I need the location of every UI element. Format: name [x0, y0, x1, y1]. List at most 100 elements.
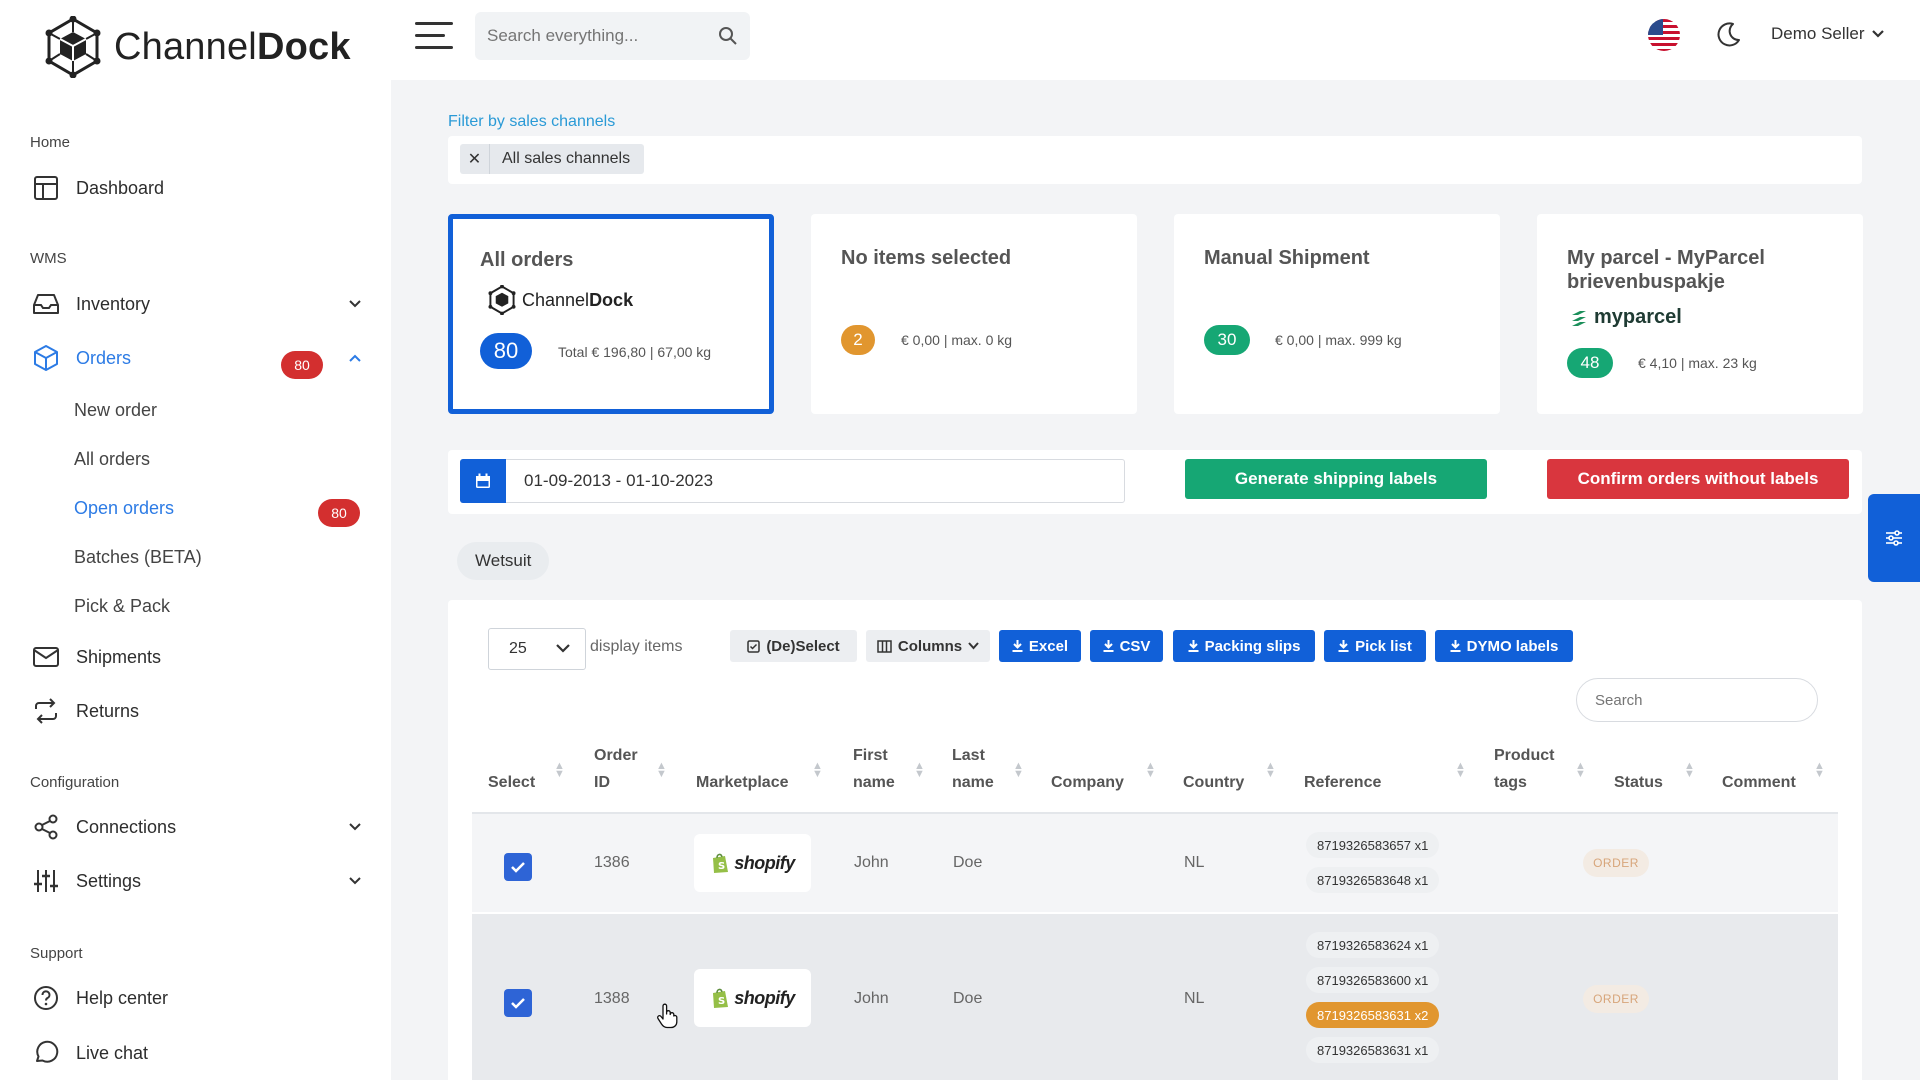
order-id[interactable]: 1386	[594, 854, 630, 872]
carrier-card-all-orders[interactable]: All orders ChannelDock 80 Total € 196,80…	[448, 214, 774, 414]
packing-slips-button[interactable]: Packing slips	[1173, 630, 1315, 662]
carrier-card-no-items[interactable]: No items selected 2 € 0,00 | max. 0 kg	[811, 214, 1137, 414]
reference-chip-highlighted: 8719326583631 x2	[1306, 1002, 1440, 1028]
us-flag-icon[interactable]	[1648, 19, 1680, 51]
deselect-button[interactable]: (De)Select	[730, 630, 857, 662]
row-checkbox[interactable]	[504, 853, 532, 881]
pick-list-button[interactable]: Pick list	[1324, 630, 1426, 662]
column-header-last-name[interactable]: Last name	[952, 742, 994, 796]
menu-toggle-icon[interactable]	[415, 20, 453, 52]
sidebar-item-label: Returns	[76, 700, 140, 721]
sidebar-item-live-chat[interactable]: Live chat	[30, 1033, 365, 1073]
sidebar-item-label: Settings	[76, 870, 142, 891]
column-header-country[interactable]: Country	[1183, 769, 1244, 796]
logo-text: ChannelDock	[114, 25, 351, 68]
columns-button[interactable]: Columns	[866, 630, 990, 662]
shopify-bag-icon: S	[713, 853, 729, 873]
table-row[interactable]: 1386 S shopify John Doe NL 8719326583657…	[472, 814, 1838, 912]
logo[interactable]: ChannelDock	[44, 16, 351, 78]
sidebar-subitem-pick-pack[interactable]: Pick & Pack	[74, 588, 364, 624]
filter-settings-tab[interactable]	[1868, 494, 1920, 582]
sidebar-item-returns[interactable]: Returns	[30, 691, 365, 731]
sidebar-item-settings[interactable]: Settings	[30, 861, 365, 901]
column-header-status[interactable]: Status	[1614, 769, 1663, 796]
sort-icon[interactable]: ▲ ▼	[914, 761, 925, 780]
repeat-icon	[30, 695, 62, 727]
order-id[interactable]: 1388	[594, 990, 630, 1008]
svg-text:S: S	[718, 996, 725, 1007]
export-csv-button[interactable]: CSV	[1090, 630, 1163, 662]
column-header-first-name[interactable]: First name	[853, 742, 895, 796]
chevron-down-icon	[345, 817, 365, 837]
confirm-without-labels-button[interactable]: Confirm orders without labels	[1547, 459, 1849, 499]
chevron-down-icon	[968, 642, 979, 650]
column-header-select[interactable]: Select	[488, 769, 535, 796]
export-excel-button[interactable]: Excel	[999, 630, 1081, 662]
user-menu[interactable]: Demo Seller	[1771, 24, 1885, 44]
sort-icon[interactable]: ▲ ▼	[1455, 761, 1466, 780]
date-range-picker[interactable]: 01-09-2013 - 01-10-2023	[460, 458, 1125, 503]
sidebar-item-connections[interactable]: Connections	[30, 807, 365, 847]
chevron-up-icon	[345, 348, 365, 368]
sidebar-item-label: Inventory	[76, 293, 151, 314]
column-header-marketplace[interactable]: Marketplace	[696, 769, 789, 796]
page-size-value: 25	[509, 640, 527, 657]
dymo-labels-button[interactable]: DYMO labels	[1435, 630, 1573, 662]
sort-icon[interactable]: ▲ ▼	[1814, 761, 1825, 780]
dashboard-icon	[30, 172, 62, 204]
check-icon	[511, 862, 525, 873]
column-header-order-id[interactable]: Order ID	[594, 742, 638, 796]
page-size-select[interactable]: 25	[488, 628, 586, 670]
first-name: John	[854, 854, 889, 871]
sort-icon[interactable]: ▲ ▼	[1145, 761, 1156, 780]
column-header-comment[interactable]: Comment	[1722, 769, 1796, 796]
sidebar-item-help-center[interactable]: Help center	[30, 978, 365, 1018]
sidebar-item-label: Orders	[76, 347, 132, 368]
sidebar-subitem-all-orders[interactable]: All orders	[74, 441, 364, 477]
sliders-icon	[1886, 530, 1902, 546]
section-label-wms: WMS	[30, 250, 67, 267]
column-header-company[interactable]: Company	[1051, 769, 1124, 796]
card-meta: € 4,10 | max. 23 kg	[1638, 355, 1757, 371]
sort-icon[interactable]: ▲ ▼	[812, 761, 823, 780]
download-icon	[1103, 640, 1114, 652]
table-row[interactable]: 1388 S shopify John Doe NL 8719326583624…	[472, 914, 1838, 1080]
global-search-input[interactable]	[487, 26, 707, 46]
channeldock-logo-icon	[488, 285, 516, 315]
reference-chip: 8719326583624 x1	[1306, 932, 1440, 958]
sort-icon[interactable]: ▲ ▼	[1265, 761, 1276, 780]
sidebar-subitem-batches[interactable]: Batches (BETA)	[74, 539, 364, 575]
sort-icon[interactable]: ▲ ▼	[1684, 761, 1695, 780]
sort-icon[interactable]: ▲ ▼	[1575, 761, 1586, 780]
open-orders-count-badge: 80	[318, 499, 360, 527]
remove-chip-icon[interactable]: ✕	[460, 144, 490, 174]
moon-icon[interactable]	[1713, 20, 1743, 55]
chip-label: All sales channels	[502, 150, 631, 167]
sidebar-item-inventory[interactable]: Inventory	[30, 284, 365, 324]
carrier-card-myparcel[interactable]: My parcel - MyParcel brievenbuspakje myp…	[1537, 214, 1863, 414]
sidebar-subitem-new-order[interactable]: New order	[74, 392, 364, 428]
carrier-card-manual-shipment[interactable]: Manual Shipment 30 € 0,00 | max. 999 kg	[1174, 214, 1500, 414]
sort-icon[interactable]: ▲ ▼	[656, 761, 667, 780]
reference-chip: 8719326583648 x1	[1306, 867, 1440, 893]
generate-shipping-labels-button[interactable]: Generate shipping labels	[1185, 459, 1487, 499]
sidebar-item-label: Connections	[76, 816, 177, 837]
global-search	[475, 12, 750, 60]
sort-icon[interactable]: ▲ ▼	[554, 761, 565, 780]
filter-label: Filter by sales channels	[448, 113, 616, 130]
table-search-input[interactable]	[1576, 678, 1818, 722]
shopify-badge: S shopify	[694, 834, 811, 892]
hand-cursor-icon	[656, 1003, 678, 1034]
row-checkbox[interactable]	[504, 989, 532, 1017]
search-icon[interactable]	[718, 26, 738, 51]
channeldock-brand: ChannelDock	[488, 285, 633, 315]
column-header-reference[interactable]: Reference	[1304, 769, 1381, 796]
product-tag-filter-chip[interactable]: Wetsuit	[457, 542, 550, 580]
column-header-product-tags[interactable]: Product tags	[1494, 742, 1554, 796]
status-badge: ORDER	[1583, 849, 1649, 877]
sidebar-item-shipments[interactable]: Shipments	[30, 637, 365, 677]
sort-icon[interactable]: ▲ ▼	[1013, 761, 1024, 780]
sidebar-item-dashboard[interactable]: Dashboard	[30, 168, 365, 208]
mail-icon	[30, 641, 62, 673]
calendar-icon[interactable]	[460, 458, 506, 503]
